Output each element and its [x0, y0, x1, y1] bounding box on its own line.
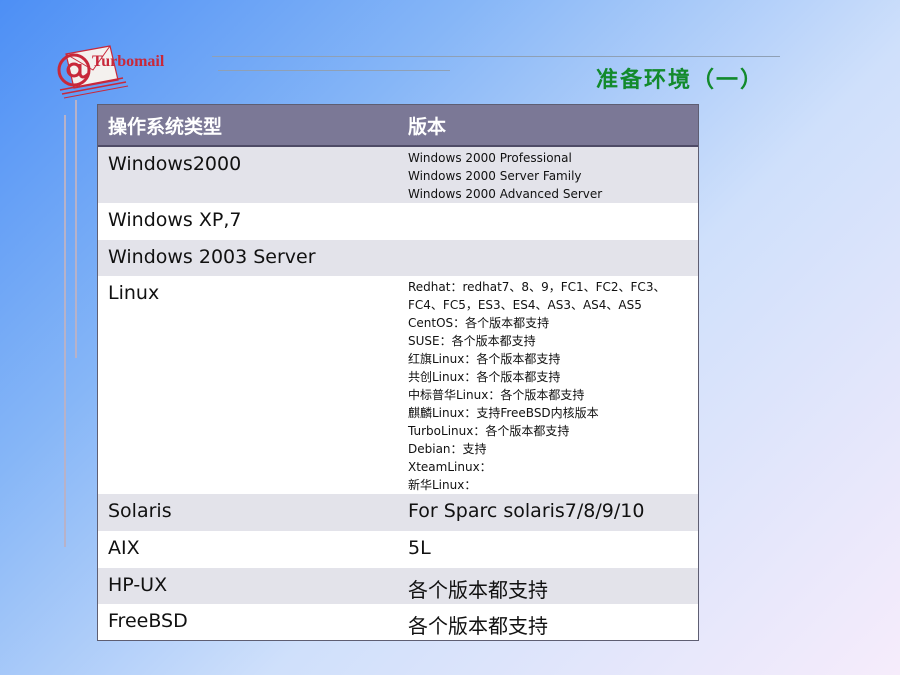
version-line: 中标普华Linux：各个版本都支持 — [408, 388, 585, 402]
os-name: HP-UX — [98, 568, 398, 604]
table-row: FreeBSD 各个版本都支持 — [98, 604, 698, 640]
decorative-line-short — [218, 70, 450, 71]
version-line: 红旗Linux：各个版本都支持 — [408, 352, 561, 366]
table-row: Windows2000 Windows 2000 Professional Wi… — [98, 146, 698, 203]
decorative-vline-right — [75, 100, 77, 358]
column-header-os-type: 操作系统类型 — [98, 105, 398, 147]
os-name: Linux — [98, 276, 398, 494]
version-value: For Sparc solaris7/8/9/10 — [398, 494, 698, 531]
column-header-version: 版本 — [398, 105, 698, 147]
version-line: 麒麟Linux：支持FreeBSD内核版本 — [408, 406, 599, 420]
version-line: CentOS：各个版本都支持 — [408, 316, 550, 330]
version-cell: Redhat：redhat7、8、9，FC1、FC2、FC3、FC4、FC5，E… — [398, 276, 698, 494]
table-header-row: 操作系统类型 版本 — [98, 105, 698, 147]
envelope-at-icon: Turbomail — [57, 45, 165, 99]
version-line: Windows 2000 Server Family — [408, 169, 582, 183]
os-name: Windows2000 — [98, 146, 398, 203]
page-title: 准备环境（一） — [595, 67, 764, 93]
table-row: Linux Redhat：redhat7、8、9，FC1、FC2、FC3、FC4… — [98, 276, 698, 494]
os-name: FreeBSD — [98, 604, 398, 640]
version-cell — [398, 203, 698, 240]
version-cell: Windows 2000 Professional Windows 2000 S… — [398, 146, 698, 203]
decorative-line-top — [212, 56, 780, 57]
version-line: Redhat：redhat7、8、9，FC1、FC2、FC3、FC4、FC5，E… — [408, 280, 666, 312]
table-row: HP-UX 各个版本都支持 — [98, 568, 698, 604]
logo-text: Turbomail — [92, 53, 165, 70]
table-row: Windows XP,7 — [98, 203, 698, 240]
version-line: Debian：支持 — [408, 442, 487, 456]
version-cell — [398, 240, 698, 276]
os-version-table: 操作系统类型 版本 Windows2000 Windows 2000 Profe… — [98, 105, 698, 640]
os-name: Solaris — [98, 494, 398, 531]
version-line: SUSE：各个版本都支持 — [408, 334, 536, 348]
version-line: 新华Linux： — [408, 478, 477, 492]
version-value: 各个版本都支持 — [398, 568, 698, 604]
version-line: Windows 2000 Professional — [408, 151, 572, 165]
version-value: 5L — [398, 531, 698, 568]
os-name: Windows 2003 Server — [98, 240, 398, 276]
decorative-vline-left — [64, 115, 66, 547]
version-line: Windows 2000 Advanced Server — [408, 187, 603, 201]
version-line: XteamLinux： — [408, 460, 492, 474]
version-line: 共创Linux：各个版本都支持 — [408, 370, 561, 384]
table-row: AIX 5L — [98, 531, 698, 568]
os-name: AIX — [98, 531, 398, 568]
table-row: Windows 2003 Server — [98, 240, 698, 276]
turbomail-logo: Turbomail — [48, 40, 178, 100]
version-value: 各个版本都支持 — [398, 604, 698, 640]
table-row: Solaris For Sparc solaris7/8/9/10 — [98, 494, 698, 531]
version-line: TurboLinux：各个版本都支持 — [408, 424, 570, 438]
os-name: Windows XP,7 — [98, 203, 398, 240]
